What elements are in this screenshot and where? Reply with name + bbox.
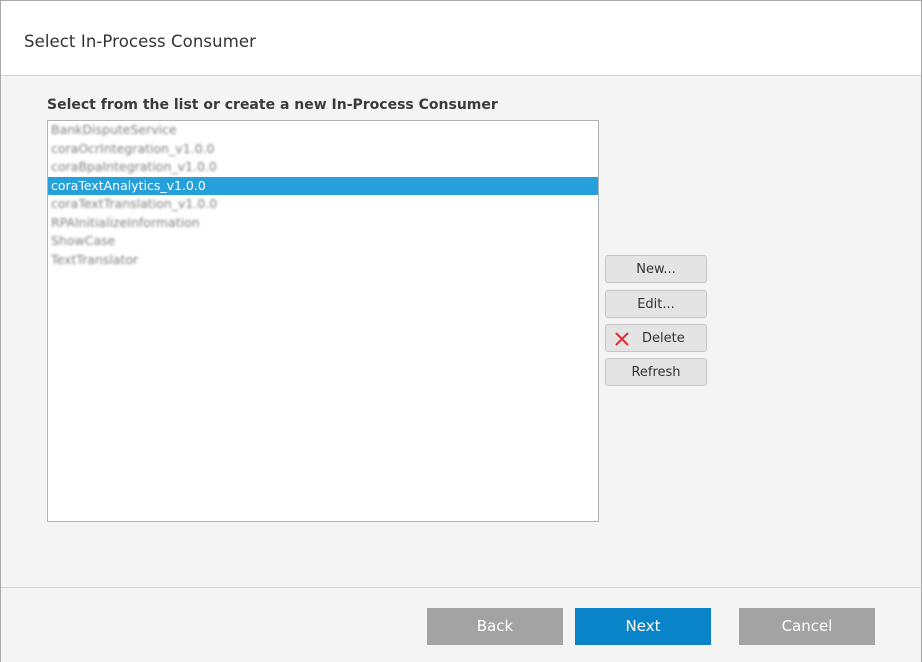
select-consumer-dialog: Select In-Process Consumer Select from t… xyxy=(0,0,922,662)
next-button[interactable]: Next xyxy=(575,608,711,645)
refresh-button[interactable]: Refresh xyxy=(605,358,707,386)
refresh-button-label: Refresh xyxy=(631,365,681,380)
list-item[interactable]: TextTranslator xyxy=(48,251,598,270)
delete-button-label: Delete xyxy=(642,331,685,346)
new-button-label: New... xyxy=(636,262,676,277)
dialog-title: Select In-Process Consumer xyxy=(24,32,256,51)
list-item-selected[interactable]: coraTextAnalytics_v1.0.0 xyxy=(48,176,598,195)
consumer-list[interactable]: BankDisputeService coraOcrIntegration_v1.… xyxy=(47,120,599,522)
cancel-button-label: Cancel xyxy=(781,617,833,635)
list-item[interactable]: ShowCase xyxy=(48,232,598,251)
list-item[interactable]: BankDisputeService xyxy=(48,121,598,140)
list-item[interactable]: RPAInitializeInformation xyxy=(48,214,598,233)
new-button[interactable]: New... xyxy=(605,255,707,283)
edit-button-label: Edit... xyxy=(637,297,675,312)
delete-x-icon xyxy=(615,332,629,346)
next-button-label: Next xyxy=(625,617,661,635)
edit-button[interactable]: Edit... xyxy=(605,290,707,318)
delete-button[interactable]: Delete xyxy=(605,324,707,352)
dialog-header: Select In-Process Consumer xyxy=(1,1,921,76)
dialog-footer: Back Next Cancel xyxy=(1,587,921,662)
list-item[interactable]: coraTextTranslation_v1.0.0 xyxy=(48,195,598,214)
back-button[interactable]: Back xyxy=(427,608,563,645)
list-heading: Select from the list or create a new In-… xyxy=(47,97,498,113)
list-item[interactable]: coraOcrIntegration_v1.0.0 xyxy=(48,140,598,159)
back-button-label: Back xyxy=(476,617,514,635)
list-item[interactable]: coraBpaIntegration_v1.0.0 xyxy=(48,158,598,177)
cancel-button[interactable]: Cancel xyxy=(739,608,875,645)
